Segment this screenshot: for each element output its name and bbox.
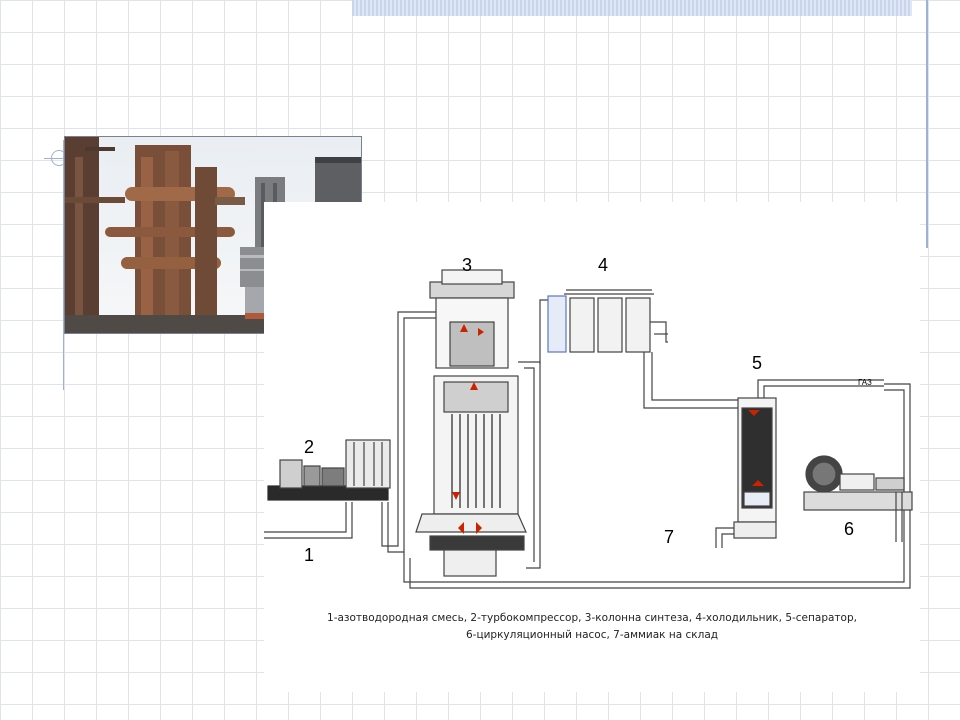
caption-line-1: 1-азотводородная смесь, 2-турбокомпрессо… (327, 612, 857, 624)
decorative-top-bar (352, 0, 912, 16)
label-number-5: 5 (752, 353, 763, 373)
label-number-2: 2 (304, 437, 315, 457)
label-number-4: 4 (598, 255, 609, 275)
caption-line-2: 6-циркуляционный насос, 7-аммиак на скла… (465, 629, 719, 641)
diagram-caption: 1-азотводородная смесь, 2-турбокомпрессо… (264, 610, 920, 644)
label-number-1: 1 (304, 545, 315, 565)
label-number-3: 3 (462, 255, 473, 275)
gas-label: ГАЗ (858, 378, 872, 387)
ammonia-synthesis-diagram: 2 1 3 4 5 6 7 ГАЗ 1-азотводородная смесь… (264, 202, 920, 692)
label-number-6: 6 (844, 519, 855, 539)
label-number-7: 7 (664, 527, 675, 547)
decorative-right-line (926, 0, 928, 248)
